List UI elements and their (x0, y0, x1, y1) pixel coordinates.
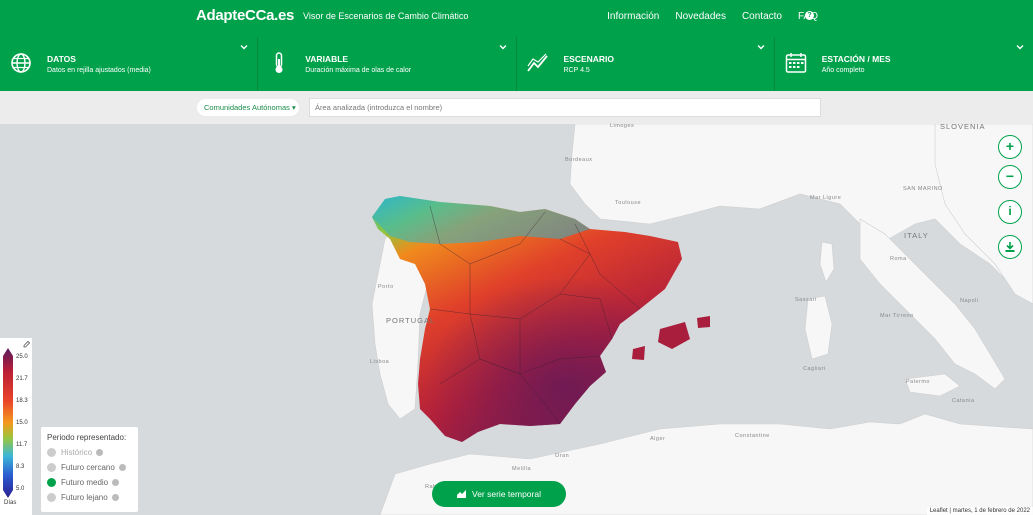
selector-estacion[interactable]: ESTACIÓN / MES Año completo (775, 37, 1033, 91)
chevron-down-icon (1016, 45, 1024, 50)
map-label-italy: ITALY (904, 231, 929, 240)
trend-chart-icon (526, 53, 548, 72)
selector-bar: DATOS Datos en rejilla ajustados (media)… (0, 37, 1033, 91)
site-subtitle: Visor de Escenarios de Cambio Climático (303, 11, 469, 21)
map-label-city: Alger (650, 436, 666, 442)
selector-label: ESCENARIO (563, 54, 615, 64)
nav-informacion[interactable]: Información (607, 11, 659, 22)
period-label: Histórico (61, 448, 93, 457)
map-label-city: Palermo (906, 379, 930, 385)
nav-novedades[interactable]: Novedades (675, 11, 726, 22)
map-label-mar-tirreno: Mar Tirreno (880, 313, 914, 319)
info-icon[interactable] (118, 464, 126, 471)
selector-escenario[interactable]: ESCENARIO RCP 4.5 (517, 37, 775, 91)
legend-unit: Días (4, 500, 17, 506)
legend-tick: 11.7 (16, 442, 28, 448)
heatmap-menorca (697, 316, 710, 328)
info-icon[interactable] (112, 479, 120, 486)
map-label-city: Limoges (610, 123, 635, 129)
region-type-select[interactable]: Comunidades Autónomas ▾ (197, 99, 299, 116)
chevron-down-icon (757, 45, 765, 50)
info-icon[interactable] (111, 494, 119, 501)
map-canvas[interactable] (0, 124, 1033, 515)
period-panel: Periodo representado: Histórico Futuro c… (41, 427, 138, 512)
legend-tick: 5.0 (16, 486, 25, 492)
map-label-city: Sassari (795, 297, 817, 303)
radio-icon (47, 463, 56, 472)
legend-tick: 15.0 (16, 420, 28, 426)
serie-label: Ver serie temporal (472, 489, 541, 499)
period-label: Futuro lejano (61, 493, 108, 502)
zoom-out-button[interactable]: − (998, 165, 1022, 189)
legend-tick: 8.3 (16, 464, 25, 470)
selector-value: Datos en rejilla ajustados (media) (47, 67, 151, 74)
map-label-city: Lisboa (370, 359, 390, 365)
radio-checked-icon (47, 478, 56, 487)
selector-label: ESTACIÓN / MES (821, 54, 891, 64)
legend-colorbar (3, 348, 13, 498)
calendar-icon (785, 53, 806, 73)
globe-icon (11, 53, 31, 73)
period-historico: Histórico (47, 445, 132, 460)
radio-icon (47, 493, 56, 502)
area-search-input[interactable]: Área analizada (introduzca el nombre) (309, 98, 821, 117)
map-label-city: Oran (555, 453, 570, 459)
info-icon[interactable] (96, 449, 104, 456)
map-label-city: Roma (890, 256, 907, 262)
map-label-city: Bordeaux (565, 157, 593, 163)
legend-edit-icon[interactable] (23, 340, 31, 348)
selector-value: RCP 4.5 (563, 67, 590, 74)
map-label-portugal: PORTUGAL (386, 316, 436, 325)
top-navbar: AdapteCCa.es Visor de Escenarios de Camb… (0, 0, 1033, 37)
period-title: Periodo representado: (47, 433, 127, 442)
ver-serie-temporal-button[interactable]: Ver serie temporal (432, 481, 566, 507)
radio-icon (47, 448, 56, 457)
selector-value: Año completo (821, 67, 865, 74)
period-label: Futuro medio (61, 478, 109, 487)
map-label-city: Cagliari (803, 366, 826, 372)
brand-logo[interactable]: AdapteCCa.es (196, 7, 294, 24)
period-futuro-lejano[interactable]: Futuro lejano (47, 490, 132, 505)
selector-label: DATOS (47, 54, 76, 64)
legend-tick: 25.0 (16, 354, 28, 360)
period-futuro-cercano[interactable]: Futuro cercano (47, 460, 132, 475)
map-label-city: Catania (952, 398, 975, 404)
map-label-city: Porto (378, 284, 394, 290)
color-legend: 25.0 21.7 18.3 15.0 11.7 8.3 5.0 Días (0, 338, 32, 515)
selector-label: VARIABLE (305, 54, 349, 64)
chevron-down-icon (499, 45, 506, 50)
region-type-label: Comunidades Autónomas (204, 103, 290, 112)
map-label-san-marino: SAN MARINO (903, 186, 943, 192)
zoom-in-button[interactable]: + (998, 135, 1022, 159)
period-label: Futuro cercano (61, 463, 115, 472)
selector-value: Duración máxima de olas de calor (305, 67, 412, 74)
area-chart-icon (457, 490, 466, 498)
map-label-city: Constantine (735, 433, 770, 439)
map-label-city: Napoli (960, 298, 979, 304)
legend-tick: 21.7 (16, 376, 28, 382)
help-icon[interactable]: ? (805, 11, 814, 20)
map-attribution: Leaflet | martes, 1 de febrero de 2022 (926, 507, 1033, 515)
thermometer-icon (275, 52, 283, 73)
map-label-city: Toulouse (615, 200, 642, 206)
map-label-slovenia: SLOVENIA (940, 122, 986, 131)
map-label-city: Melilla (512, 466, 532, 472)
main-nav: Información Novedades Contacto FAQ (607, 11, 818, 22)
selector-datos[interactable]: DATOS Datos en rejilla ajustados (media) (0, 37, 259, 91)
nav-contacto[interactable]: Contacto (742, 11, 782, 22)
info-button[interactable]: i (998, 200, 1022, 224)
legend-tick: 18.3 (16, 398, 28, 404)
download-icon (1005, 242, 1015, 252)
period-futuro-medio[interactable]: Futuro medio (47, 475, 132, 490)
chevron-down-icon (240, 45, 248, 50)
map-label-mar-ligure: Mar Ligure (810, 195, 842, 201)
selector-variable[interactable]: VARIABLE Duración máxima de olas de calo… (258, 37, 517, 91)
filter-bar: Comunidades Autónomas ▾ Área analizada (… (0, 91, 1033, 124)
download-button[interactable] (998, 235, 1022, 259)
